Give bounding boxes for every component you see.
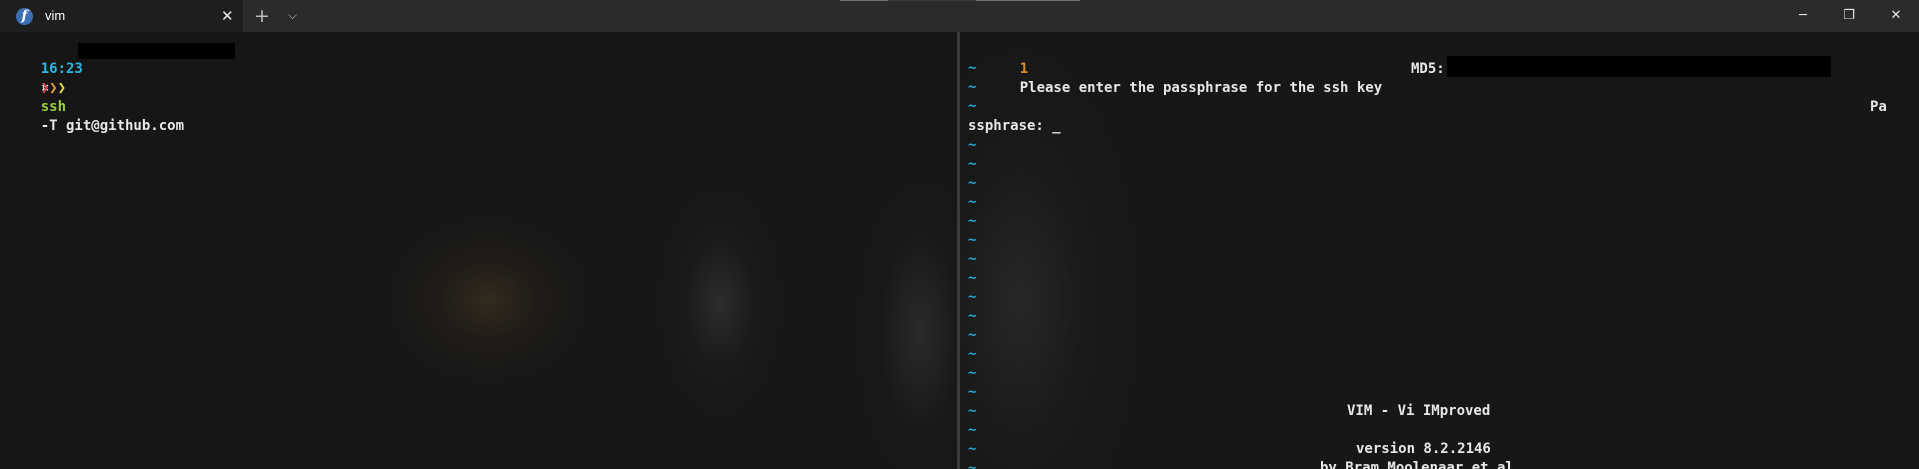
empty-line-marker: ~: [968, 232, 977, 248]
vim-line-1: 1 Please enter the passphrase for the ss…: [986, 41, 1382, 117]
empty-line-marker: ~: [968, 156, 977, 172]
command-args: -T git@github.com: [40, 118, 185, 134]
fedora-logo-icon: f: [16, 8, 33, 25]
minimize-button[interactable]: ─: [1780, 0, 1826, 32]
drag-region-indicator: [840, 0, 1080, 1]
passphrase-prompt[interactable]: ssphrase: _: [968, 117, 1061, 136]
splash-version: version 8.2.2146: [1356, 441, 1491, 457]
new-tab-button[interactable]: +: [254, 0, 270, 32]
empty-line-marker: ~: [968, 98, 977, 114]
chevron-down-icon[interactable]: ⌵: [288, 0, 297, 30]
line-1-text: Please enter the passphrase for the ssh …: [1019, 80, 1383, 96]
empty-line-marker: ~: [968, 460, 977, 469]
close-tab-icon[interactable]: ✕: [221, 0, 234, 32]
maximize-button[interactable]: ❐: [1826, 0, 1872, 32]
empty-line-marker: ~: [968, 175, 977, 191]
empty-line-marker: ~: [968, 251, 977, 267]
empty-line-marker: ~: [968, 289, 977, 305]
redacted-block: [1447, 56, 1831, 77]
close-window-button[interactable]: ✕: [1873, 0, 1919, 32]
pa-fragment: Pa: [1870, 99, 1887, 115]
empty-line-marker: ~: [968, 137, 977, 153]
terminal-pane-right[interactable]: 1 Please enter the passphrase for the ss…: [960, 32, 1919, 469]
splash-author: by Bram Moolenaar et al.: [1320, 460, 1523, 469]
empty-line-marker: ~: [968, 213, 977, 229]
empty-line-marker: ~: [968, 441, 977, 457]
empty-line-marker: ~: [968, 365, 977, 381]
command-line: ❯❯❯ ssh -T git@github.com: [7, 60, 184, 155]
chevron-icon-2: ❯: [49, 80, 58, 96]
terminal-pane-left[interactable]: 16:23 ¤ ❯❯❯ ssh -T git@github.com: [0, 32, 957, 469]
line-number: 1: [1019, 61, 1029, 77]
tab-title: vim: [45, 8, 66, 23]
empty-line-marker: ~: [968, 384, 977, 400]
chevron-icon-3: ❯: [57, 80, 67, 96]
empty-line-marker: ~: [968, 422, 977, 438]
chevron-icon-1: ❯: [40, 80, 50, 96]
empty-line-marker: ~: [968, 79, 977, 95]
empty-line-marker: ~: [968, 270, 977, 286]
command-name: ssh: [40, 99, 67, 115]
splash-title: VIM - Vi IMproved: [1347, 403, 1491, 419]
redacted-block: [78, 43, 235, 59]
empty-line-marker: ~: [968, 403, 977, 419]
title-bar: f vim ✕ + ⌵ ─ ❐ ✕: [0, 0, 1919, 32]
empty-line-marker: ~: [968, 60, 977, 76]
empty-line-marker: ~: [968, 308, 977, 324]
empty-line-marker: ~: [968, 327, 977, 343]
tab-vim[interactable]: f vim ✕: [0, 0, 243, 32]
md5-label: MD5:: [1411, 61, 1445, 77]
empty-line-marker: ~: [968, 346, 977, 362]
empty-line-marker: ~: [968, 194, 977, 210]
